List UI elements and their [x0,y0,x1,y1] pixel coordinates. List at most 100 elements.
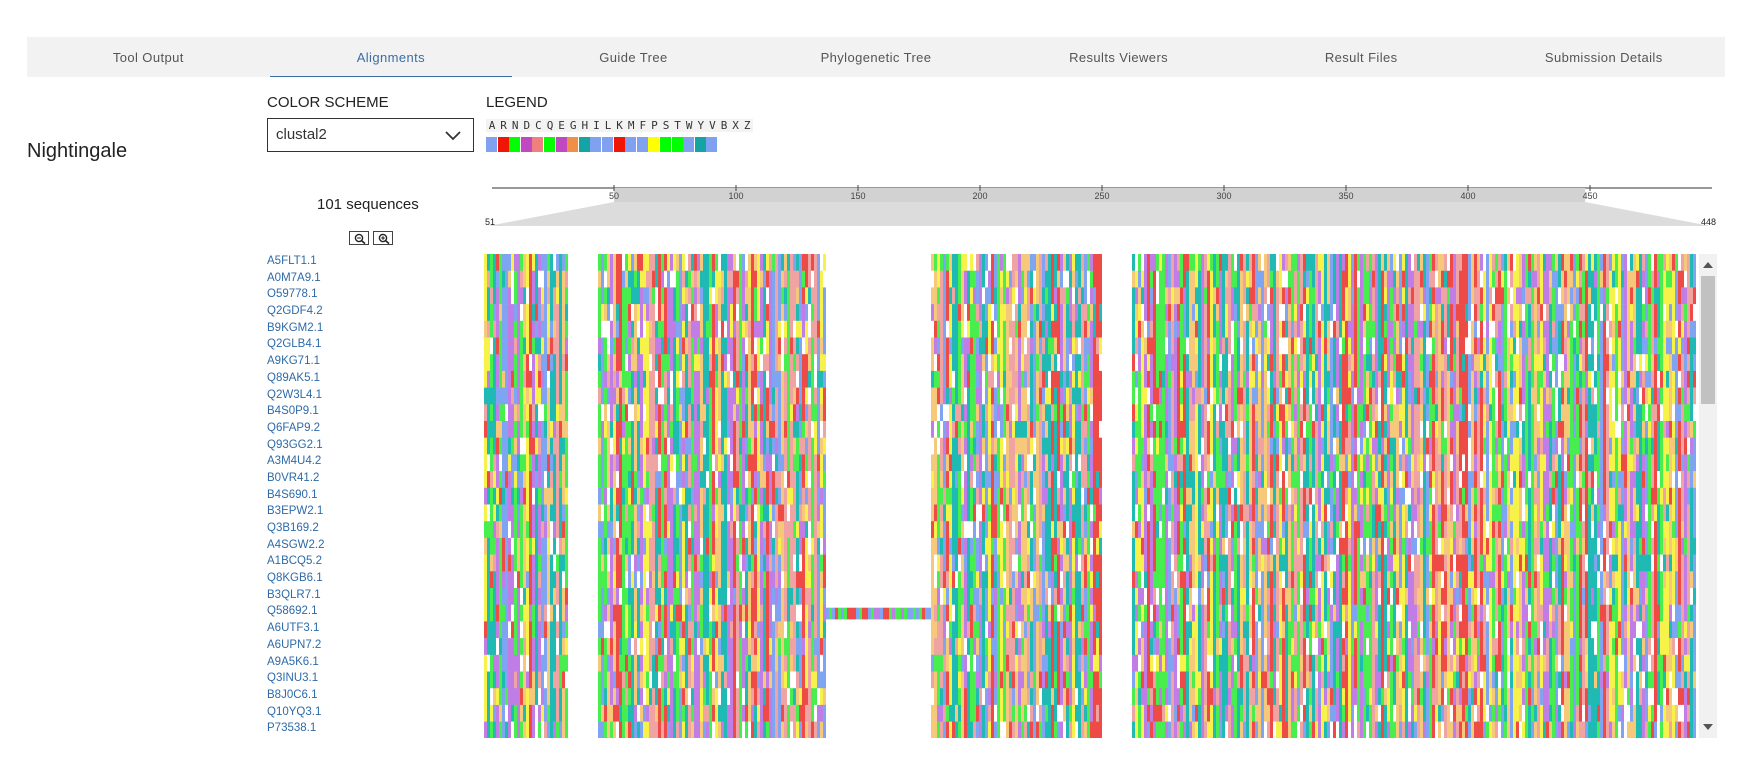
residue-cell [754,370,757,388]
sequence-label[interactable]: A9A5K6.1 [267,654,417,671]
residue-cell [649,304,652,322]
residue-cell [1051,604,1054,622]
residue-cell [709,487,712,505]
sequence-label[interactable]: A5FLT1.1 [267,253,417,270]
residue-cell [781,304,784,322]
residue-cell [1054,387,1057,405]
residue-cell [691,654,694,672]
residue-cell [541,337,544,355]
residue-cell [763,487,766,505]
navigation-ruler[interactable]: 50 100 150 200 250 300 350 400 45051 448 [484,182,1717,230]
residue-cell [994,604,997,622]
sequence-label[interactable]: Q8KGB6.1 [267,570,417,587]
residue-cell [1066,621,1069,639]
tab-result-files[interactable]: Result Files [1240,37,1483,77]
residue-cell [940,370,943,388]
sequence-label[interactable]: Q10YQ3.1 [267,704,417,721]
residue-cell [487,287,490,305]
tab-guide-tree[interactable]: Guide Tree [512,37,755,77]
sequence-label[interactable]: A6UTF3.1 [267,620,417,637]
residue-cell [616,304,619,322]
residue-cell [733,337,736,355]
residue-cell [772,588,775,605]
residue-cell [760,454,763,472]
residue-cell [541,604,544,622]
residue-cell [1063,571,1066,589]
sequence-label[interactable]: A9KG71.1 [267,353,417,370]
residue-cell [769,270,772,288]
residue-cell [697,604,700,622]
residue-cell [991,304,994,322]
sequence-label[interactable]: Q2GLB4.1 [267,336,417,353]
alignment-column [841,607,844,620]
zoom-in-button[interactable] [373,231,393,245]
residue-cell [964,304,967,322]
residue-cell [931,621,934,639]
residue-cell [604,337,607,355]
residue-cell [745,471,748,489]
tab-phylogenetic-tree[interactable]: Phylogenetic Tree [755,37,998,77]
sequence-label[interactable]: A1BCQ5.2 [267,553,417,570]
sequence-label[interactable]: B9KGM2.1 [267,320,417,337]
residue-cell [640,721,643,738]
residue-cell [547,370,550,388]
residue-cell [1015,554,1018,572]
sequence-label[interactable]: B3QLR7.1 [267,587,417,604]
sequence-label[interactable]: Q6FAP9.2 [267,420,417,437]
sequence-label[interactable]: B8J0C6.1 [267,687,417,704]
residue-cell [628,454,631,472]
residue-cell [733,254,736,271]
residue-cell [661,604,664,622]
residue-cell [760,304,763,322]
residue-cell [673,721,676,738]
tab-submission-details[interactable]: Submission Details [1482,37,1725,77]
residue-cell [802,521,805,539]
sequence-label[interactable]: B3EPW2.1 [267,503,417,520]
residue-cell [745,537,748,555]
residue-cell [487,588,490,605]
sequence-label[interactable]: Q3INU3.1 [267,670,417,687]
sequence-label[interactable]: P73538.1 [267,720,417,737]
color-scheme-select[interactable]: clustal2 [267,118,474,152]
residue-cell [994,487,997,505]
sequence-label[interactable]: O59778.1 [267,286,417,303]
tab-results-viewers[interactable]: Results Viewers [997,37,1240,77]
residue-cell [1063,621,1066,639]
sequence-label[interactable]: A6UPN7.2 [267,637,417,654]
sequence-label[interactable]: Q2GDF4.2 [267,303,417,320]
residue-cell [1018,320,1021,338]
residue-cell [745,287,748,305]
tab-alignments[interactable]: Alignments [269,37,513,77]
zoom-out-button[interactable] [349,231,369,245]
residue-cell [964,270,967,288]
residue-cell [805,721,808,738]
residue-cell [1075,571,1078,589]
residue-cell [487,704,490,722]
sequence-label[interactable]: Q58692.1 [267,603,417,620]
sequence-label[interactable]: Q93GG2.1 [267,437,417,454]
residue-cell [526,254,529,271]
sequence-label[interactable]: Q3B169.2 [267,520,417,537]
residue-cell [634,437,637,455]
residue-cell [1078,604,1081,622]
residue-cell [790,471,793,489]
sequence-label[interactable]: A0M7A9.1 [267,270,417,287]
sequence-label[interactable]: Q89AK5.1 [267,370,417,387]
sequence-label[interactable]: B0VR41.2 [267,470,417,487]
residue-cell [613,354,616,372]
residue-cell [715,404,718,422]
residue-cell [541,704,544,722]
residue-cell [703,337,706,355]
sequence-label[interactable]: Q2W3L4.1 [267,387,417,404]
residue-cell [547,270,550,288]
tab-tool-output[interactable]: Tool Output [27,37,270,77]
sequence-label[interactable]: B4S690.1 [267,487,417,504]
sequence-label[interactable]: B4S0P9.1 [267,403,417,420]
msa-alignment-view[interactable] [484,254,1696,738]
residue-cell [727,721,730,738]
residue-cell [610,504,613,522]
sequence-label[interactable]: A4SGW2.2 [267,537,417,554]
sequence-label[interactable]: A3M4U4.2 [267,453,417,470]
residue-cell [694,721,697,738]
residue-cell [556,370,559,388]
